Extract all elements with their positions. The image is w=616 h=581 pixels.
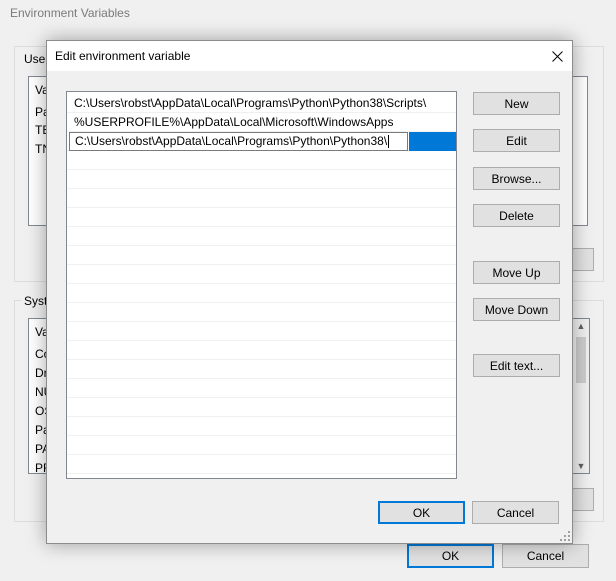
user-delete-button-partial[interactable] [572,248,594,271]
parent-cancel-button[interactable]: Cancel [502,544,589,568]
list-item[interactable] [67,227,456,246]
list-item[interactable] [67,208,456,227]
move-down-button[interactable]: Move Down [473,298,560,321]
move-up-button[interactable]: Move Up [473,261,560,284]
path-list[interactable]: C:\Users\robst\AppData\Local\Programs\Py… [66,91,457,479]
system-delete-button-partial[interactable] [572,488,594,511]
list-item[interactable] [67,398,456,417]
dialog-titlebar[interactable]: Edit environment variable [47,41,572,71]
text-caret [388,135,390,149]
system-list-scrollbar[interactable]: ▲ ▼ [573,319,589,473]
edit-button[interactable]: Edit [473,129,560,152]
list-item-editing[interactable]: C:\Users\robst\AppData\Local\Programs\Py… [67,132,456,151]
scroll-thumb[interactable] [576,337,586,383]
list-item[interactable] [67,284,456,303]
ok-button[interactable]: OK [378,501,465,524]
list-item[interactable] [67,455,456,474]
edit-text-button[interactable]: Edit text... [473,354,560,377]
browse-button[interactable]: Browse... [473,167,560,190]
list-item[interactable] [67,265,456,284]
list-item[interactable] [67,303,456,322]
resize-grip-icon[interactable] [560,531,570,541]
list-item[interactable] [67,246,456,265]
parent-ok-button[interactable]: OK [407,544,494,568]
edit-environment-variable-dialog: Edit environment variable C:\Users\robst… [46,40,573,544]
list-item[interactable] [67,360,456,379]
close-button[interactable] [542,41,572,71]
list-item[interactable]: %USERPROFILE%\AppData\Local\Microsoft\Wi… [67,113,456,132]
list-item[interactable] [67,417,456,436]
close-icon [551,50,563,62]
list-item[interactable] [67,379,456,398]
list-item[interactable] [67,436,456,455]
new-button[interactable]: New [473,92,560,115]
row-selection-highlight [409,132,456,151]
path-edit-value: C:\Users\robst\AppData\Local\Programs\Py… [75,134,388,148]
path-edit-input[interactable]: C:\Users\robst\AppData\Local\Programs\Py… [69,132,408,151]
delete-button[interactable]: Delete [473,204,560,227]
dialog-title: Edit environment variable [55,49,191,63]
scroll-up-arrow-icon[interactable]: ▲ [573,321,589,331]
scroll-down-arrow-icon[interactable]: ▼ [573,461,589,471]
list-item[interactable] [67,341,456,360]
list-item[interactable] [67,151,456,170]
list-item[interactable]: C:\Users\robst\AppData\Local\Programs\Py… [67,94,456,113]
cancel-button[interactable]: Cancel [472,501,559,524]
list-item[interactable] [67,189,456,208]
list-item[interactable] [67,170,456,189]
list-item[interactable] [67,322,456,341]
parent-window-title: Environment Variables [10,6,130,20]
